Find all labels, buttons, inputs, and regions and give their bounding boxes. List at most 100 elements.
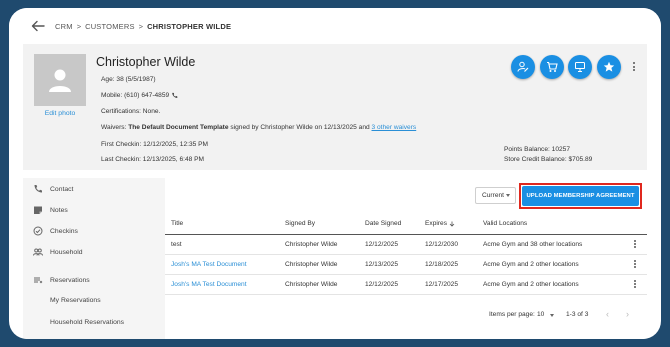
list-icon [34, 277, 43, 284]
chevron-down-icon [550, 314, 554, 317]
first-checkin: First Checkin: 12/12/2025, 12:35 PM [101, 141, 209, 148]
cell-date-signed: 12/12/2025 [359, 234, 419, 255]
sidebar-item-household[interactable]: Household [23, 242, 165, 262]
sort-down-icon [449, 221, 455, 227]
customer-mobile: Mobile: (610) 647-4859 [101, 92, 178, 99]
waiver-signed-text: signed by Christopher Wilde on 12/13/202… [230, 124, 370, 131]
more-options-icon[interactable] [633, 239, 637, 249]
phone-icon [34, 185, 42, 193]
cell-title-link[interactable]: Josh's MA Test Document [165, 274, 279, 295]
row-menu[interactable] [627, 234, 647, 255]
cell-signed-by: Christopher Wilde [279, 274, 359, 295]
waivers-label: Waivers: [101, 124, 127, 131]
upload-membership-agreement-button[interactable]: UPLOAD MEMBERSHIP AGREEMENT [522, 186, 639, 206]
chevron-down-icon [506, 194, 510, 197]
sidebar-item-notes[interactable]: Notes [23, 200, 165, 220]
table-row[interactable]: Josh's MA Test Document Christopher Wild… [165, 254, 647, 275]
store-credit-balance: Store Credit Balance: $705.89 [504, 156, 593, 163]
status-filter-value: Current [482, 192, 504, 199]
last-checkin: Last Checkin: 12/13/2025, 6:48 PM [101, 156, 205, 163]
sidebar-item-label: Contact [50, 185, 74, 193]
sidebar-item-checkins[interactable]: Checkins [23, 221, 165, 241]
items-per-page-label: Items per page: [489, 311, 535, 318]
column-header-title[interactable]: Title [165, 214, 279, 235]
customer-name: Christopher Wilde [96, 55, 196, 69]
cell-valid-locations: Acme Gym and 2 other locations [477, 274, 627, 295]
column-header-signed-by[interactable]: Signed By [279, 214, 359, 235]
cell-title-link[interactable]: Josh's MA Test Document [165, 254, 279, 275]
page-range: 1-3 of 3 [566, 311, 589, 318]
table-row[interactable]: Josh's MA Test Document Christopher Wild… [165, 274, 647, 295]
agreements-panel: Current UPLOAD MEMBERSHIP AGREEMENT Titl… [165, 178, 647, 339]
expires-label: Expires [425, 220, 447, 228]
chevron-right-icon[interactable]: › [626, 309, 629, 319]
breadcrumb-current: CHRISTOPHER WILDE [147, 21, 232, 31]
breadcrumb-crm[interactable]: CRM [55, 22, 73, 31]
column-header-valid-locations[interactable]: Valid Locations [477, 214, 627, 235]
pagination: Items per page: 10 1-3 of 3 ‹ › [165, 306, 647, 324]
items-per-page-select[interactable]: 10 [537, 311, 544, 318]
customer-waivers: Waivers: The Default Document Template s… [101, 124, 416, 131]
person-placeholder-icon [49, 69, 71, 92]
waiver-document-name: The Default Document Template [128, 124, 229, 131]
sidebar-item-label: Reservations [50, 276, 90, 284]
cell-expires: 12/17/2025 [419, 274, 477, 295]
favorite-button[interactable] [597, 55, 621, 79]
pos-button[interactable] [568, 55, 592, 79]
cell-expires: 12/18/2025 [419, 254, 477, 275]
agreements-table: Title Signed By Date Signed Expires Vali… [165, 214, 647, 295]
chevron-left-icon[interactable]: ‹ [606, 309, 609, 319]
note-icon [34, 206, 42, 214]
sidebar-item-contact[interactable]: Contact [23, 179, 165, 199]
cell-valid-locations: Acme Gym and 38 other locations [477, 234, 627, 255]
row-menu[interactable] [627, 274, 647, 295]
breadcrumb-separator: > [138, 21, 144, 31]
cell-signed-by: Christopher Wilde [279, 254, 359, 275]
sidebar-subitem-my-reservations[interactable]: My Reservations [23, 290, 165, 310]
breadcrumb: CRM > CUSTOMERS > CHRISTOPHER WILDE [9, 8, 661, 44]
customer-certifications: Certifications: None. [101, 108, 161, 115]
table-header-row: Title Signed By Date Signed Expires Vali… [165, 214, 647, 235]
breadcrumb-customers[interactable]: CUSTOMERS [85, 22, 135, 31]
points-balance: Points Balance: 10257 [504, 146, 570, 153]
star-icon [603, 61, 615, 72]
phone-call-icon[interactable] [171, 92, 178, 99]
cart-button[interactable] [540, 55, 564, 79]
cell-expires: 12/12/2030 [419, 234, 477, 255]
profile-card: Edit photo Christopher Wilde Age: 38 (5/… [23, 44, 647, 170]
cart-icon [547, 61, 558, 72]
avatar[interactable] [34, 54, 86, 106]
cell-date-signed: 12/12/2025 [359, 274, 419, 295]
cell-valid-locations: Acme Gym and 2 other locations [477, 254, 627, 275]
sidebar-item-reservations[interactable]: Reservations [23, 270, 165, 290]
more-options-icon[interactable] [633, 259, 637, 269]
column-header-expires[interactable]: Expires [419, 214, 477, 235]
more-options-icon[interactable] [633, 279, 637, 289]
breadcrumb-separator: > [76, 21, 82, 31]
sidebar-item-label: Notes [50, 206, 68, 214]
column-header-actions [627, 214, 647, 235]
cell-signed-by: Christopher Wilde [279, 234, 359, 255]
status-filter-select[interactable]: Current [475, 187, 516, 204]
sidebar-item-label: Household [50, 248, 83, 256]
register-icon [575, 62, 585, 72]
table-row[interactable]: test Christopher Wilde 12/12/2025 12/12/… [165, 234, 647, 255]
edit-person-button[interactable] [511, 55, 535, 79]
cell-date-signed: 12/13/2025 [359, 254, 419, 275]
row-menu[interactable] [627, 254, 647, 275]
customer-age: Age: 38 (5/5/1987) [101, 76, 156, 83]
cell-title: test [165, 234, 279, 255]
back-arrow-icon[interactable] [31, 20, 45, 32]
app-window: CRM > CUSTOMERS > CHRISTOPHER WILDE Edit… [9, 8, 661, 339]
sidebar-subitem-household-reservations[interactable]: Household Reservations [23, 312, 165, 332]
edit-photo-link[interactable]: Edit photo [34, 110, 86, 117]
check-circle-icon [33, 226, 43, 236]
person-edit-icon [517, 61, 529, 72]
mobile-text: Mobile: (610) 647-4859 [101, 92, 170, 99]
column-header-date-signed[interactable]: Date Signed [359, 214, 419, 235]
sidebar: Contact Notes Checkins Household Reserva… [23, 178, 165, 339]
sidebar-subitem-label: My Reservations [50, 296, 101, 304]
other-waivers-link[interactable]: 3 other waivers [372, 124, 417, 131]
group-icon [33, 248, 43, 256]
more-options-icon[interactable] [632, 62, 636, 72]
